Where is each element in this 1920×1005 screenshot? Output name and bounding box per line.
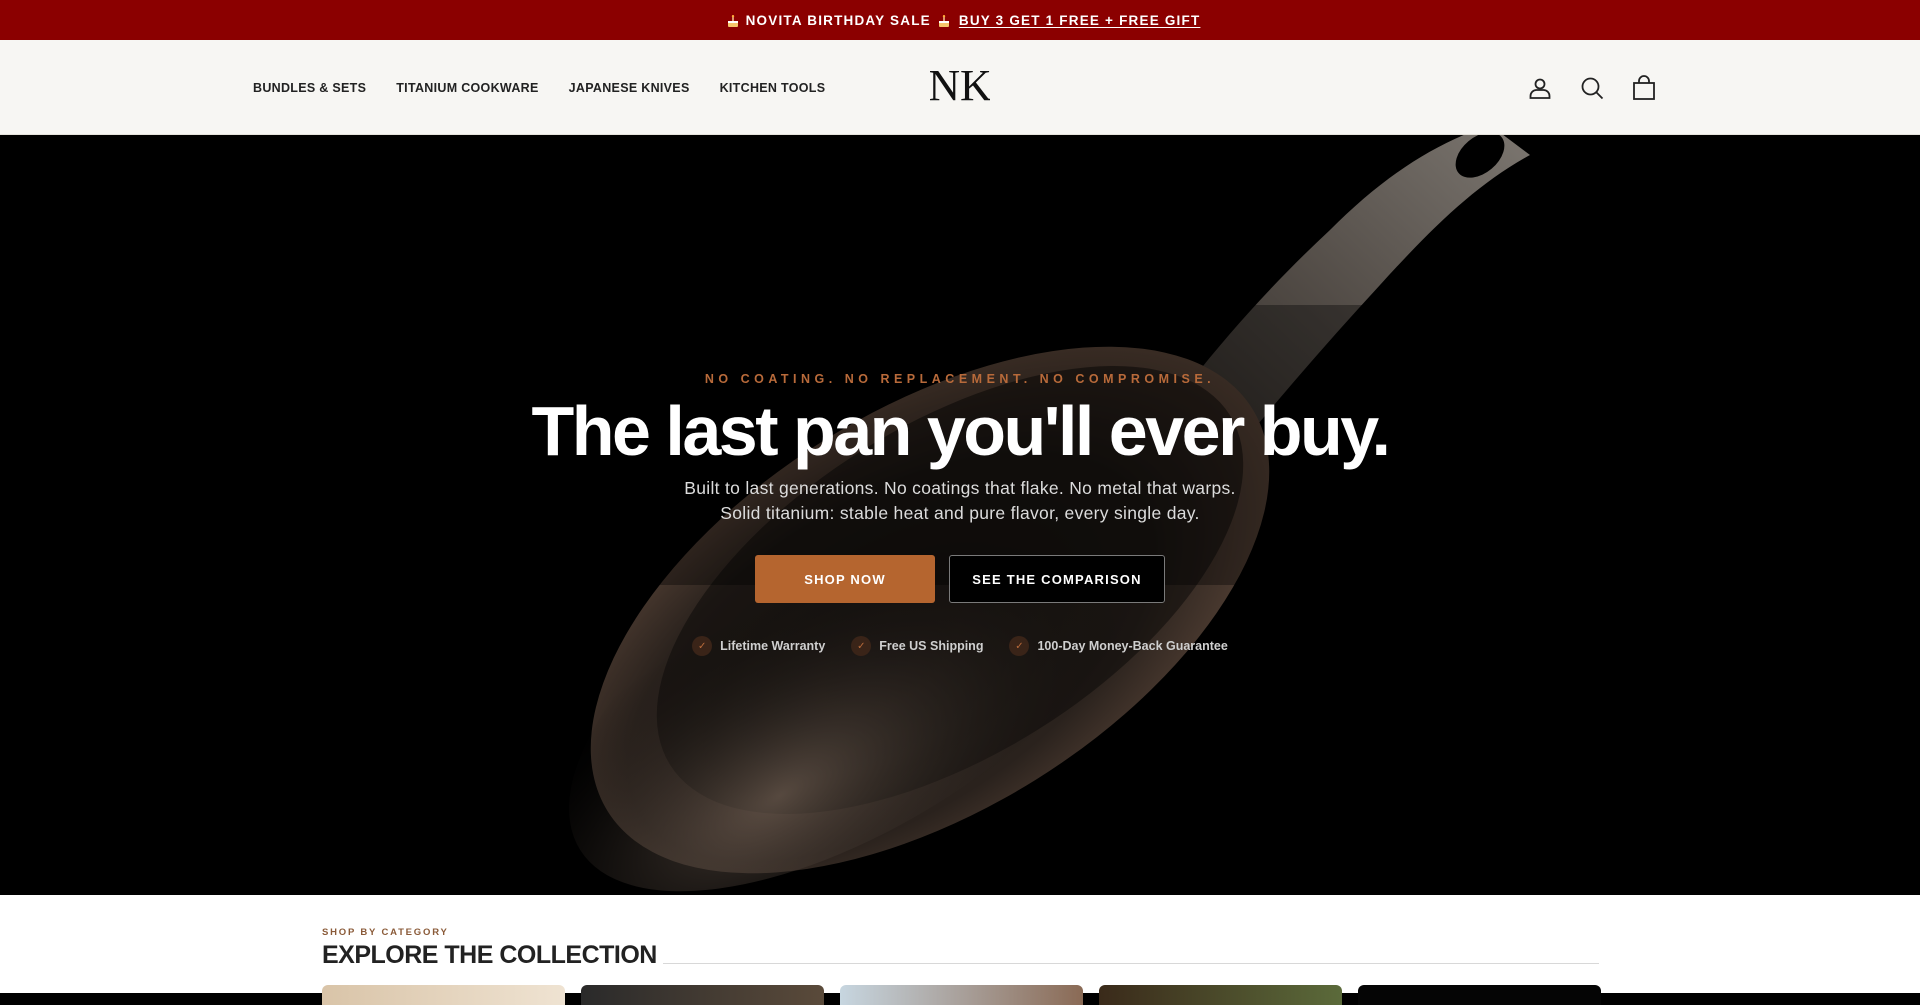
shop-now-button[interactable]: SHOP NOW bbox=[755, 555, 935, 603]
perk-label: 100-Day Money-Back Guarantee bbox=[1037, 639, 1228, 653]
logo-text: NK bbox=[930, 62, 990, 110]
brand-logo[interactable]: NK bbox=[928, 61, 992, 110]
nav-bundles-sets[interactable]: BUNDLES & SETS bbox=[253, 81, 366, 95]
nav-japanese-knives[interactable]: JAPANESE KNIVES bbox=[569, 81, 690, 95]
hero-subtext-line2: Solid titanium: stable heat and pure fla… bbox=[720, 503, 1200, 523]
hero-subtext-line1: Built to last generations. No coatings t… bbox=[684, 478, 1236, 498]
category-card[interactable] bbox=[1099, 985, 1342, 1005]
check-icon: ✓ bbox=[692, 636, 713, 656]
hero-perks: ✓ Lifetime Warranty ✓ Free US Shipping ✓… bbox=[0, 636, 1920, 656]
see-comparison-button[interactable]: SEE THE COMPARISON bbox=[949, 555, 1165, 603]
sale-label: NOVITA BIRTHDAY SALE bbox=[745, 12, 931, 28]
category-card[interactable] bbox=[322, 985, 565, 1005]
category-card[interactable] bbox=[581, 985, 824, 1005]
sale-offer-link[interactable]: BUY 3 GET 1 FREE + FREE GIFT bbox=[959, 13, 1201, 28]
hero-eyebrow: NO COATING. NO REPLACEMENT. NO COMPROMIS… bbox=[704, 372, 1216, 386]
main-nav: BUNDLES & SETS TITANIUM COOKWARE JAPANES… bbox=[253, 40, 855, 135]
announcement-bar: NOVITA BIRTHDAY SALE BUY 3 GET 1 FREE + … bbox=[0, 0, 1920, 40]
perk-label: Free US Shipping bbox=[879, 639, 984, 653]
nav-titanium-cookware[interactable]: TITANIUM COOKWARE bbox=[396, 81, 538, 95]
perk-lifetime-warranty: ✓ Lifetime Warranty bbox=[692, 636, 825, 656]
hero-headline: The last pan you'll ever buy. bbox=[531, 392, 1391, 470]
section-divider bbox=[663, 963, 1599, 964]
category-cards bbox=[322, 985, 1601, 1005]
collection-section: SHOP BY CATEGORY EXPLORE THE COLLECTION bbox=[0, 895, 1920, 1005]
check-icon: ✓ bbox=[851, 636, 872, 656]
collection-title: EXPLORE THE COLLECTION bbox=[322, 941, 657, 969]
site-header: BUNDLES & SETS TITANIUM COOKWARE JAPANES… bbox=[0, 40, 1920, 135]
cake-icon bbox=[726, 14, 740, 28]
account-icon[interactable] bbox=[1514, 68, 1566, 108]
nav-kitchen-tools[interactable]: KITCHEN TOOLS bbox=[720, 81, 826, 95]
cart-icon[interactable] bbox=[1618, 68, 1670, 108]
hero-section: NO COATING. NO REPLACEMENT. NO COMPROMIS… bbox=[0, 135, 1920, 895]
perk-money-back: ✓ 100-Day Money-Back Guarantee bbox=[1009, 636, 1228, 656]
perk-label: Lifetime Warranty bbox=[720, 639, 826, 653]
search-icon[interactable] bbox=[1566, 68, 1618, 108]
cake-icon bbox=[937, 14, 951, 28]
check-icon: ✓ bbox=[1009, 636, 1030, 656]
collection-eyebrow: SHOP BY CATEGORY bbox=[322, 927, 449, 938]
header-actions bbox=[1514, 40, 1670, 135]
perk-free-shipping: ✓ Free US Shipping bbox=[851, 636, 983, 656]
category-card[interactable] bbox=[1358, 985, 1601, 1005]
category-card[interactable] bbox=[840, 985, 1083, 1005]
